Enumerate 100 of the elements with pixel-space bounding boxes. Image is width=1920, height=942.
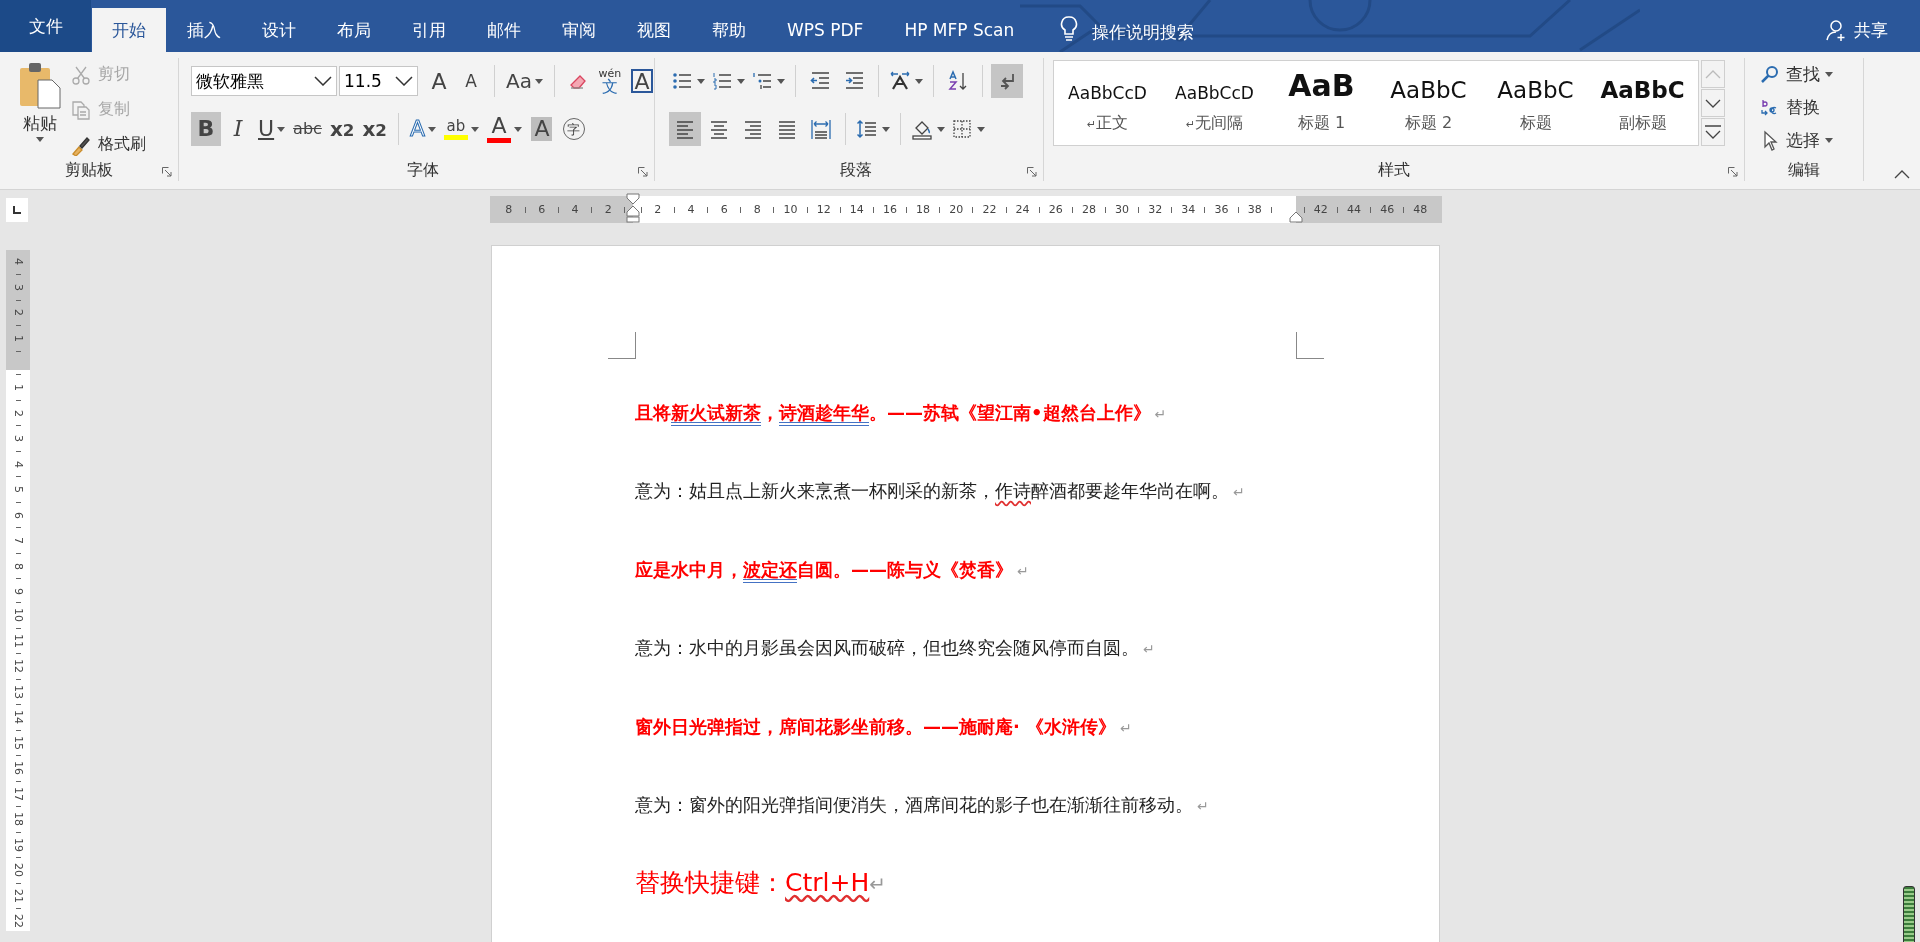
editing-button[interactable]: 选择	[1759, 126, 1863, 155]
font-tool-button[interactable]: ab	[440, 112, 482, 146]
dialog-launcher-icon[interactable]	[1728, 167, 1738, 177]
borders-icon	[951, 118, 973, 140]
ribbon-tab[interactable]: 视图	[617, 8, 691, 52]
style-item[interactable]: AaBbC 副标题	[1589, 61, 1696, 145]
ribbon-tab[interactable]: 文件	[0, 0, 91, 52]
style-item[interactable]: AaBbC 标题 2	[1375, 61, 1482, 145]
chevron-down-icon	[1705, 98, 1721, 108]
dropdown-caret-icon	[882, 126, 890, 132]
ruler-number: 36	[1214, 204, 1229, 215]
margin-corner-mark	[608, 332, 636, 359]
indent-marker-icon[interactable]	[626, 193, 640, 223]
font-tool-button[interactable]: wén 文	[594, 64, 625, 98]
font-tool-button[interactable]: U	[255, 112, 289, 146]
font-tool-button[interactable]: A	[456, 64, 486, 98]
ribbon-tab[interactable]: 审阅	[542, 8, 616, 52]
style-item[interactable]: AaBbCcD ↵正文	[1054, 61, 1161, 145]
style-item[interactable]: AaBbCcD ↵无间隔	[1161, 61, 1268, 145]
ribbon-tab[interactable]: 插入	[167, 8, 241, 52]
ribbon-tab[interactable]: HP MFP Scan	[884, 8, 1035, 52]
clipboard-tool-button[interactable]: 格式刷	[70, 130, 146, 159]
ribbon-tab[interactable]: 帮助	[692, 8, 766, 52]
indent-icon	[843, 70, 865, 92]
font-tool-button[interactable]: Aa	[503, 64, 546, 98]
chevron-down-icon	[314, 76, 332, 86]
ruler-number: 34	[1181, 204, 1196, 215]
ribbon-tab[interactable]: WPS PDF	[767, 8, 884, 52]
expand-icon	[1705, 125, 1721, 139]
ruler-number: 8	[12, 562, 24, 570]
document-paragraph: 窗外日光弹指过，席间花影坐前移。——施耐庵· 《水浒传》 ↵	[635, 715, 1132, 739]
more-styles-button[interactable]	[1701, 118, 1725, 146]
font-tool-button[interactable]: B	[191, 112, 221, 146]
numbered-list-icon	[711, 70, 733, 92]
ruler-number: 2	[12, 409, 24, 417]
dropdown-caret-icon	[534, 78, 543, 84]
collapse-ribbon-icon[interactable]	[1894, 170, 1910, 179]
ruler-number: 20	[12, 863, 24, 878]
paste-button[interactable]: 粘贴	[14, 60, 66, 159]
clipboard-icon	[18, 60, 62, 110]
dropdown-caret-icon	[937, 126, 945, 132]
editing-button[interactable]: 替换	[1759, 93, 1863, 122]
ribbon-tab[interactable]: 引用	[392, 8, 466, 52]
group-label: 段落	[840, 159, 872, 181]
tab-selector-button[interactable]	[6, 198, 28, 222]
margin-corner-mark	[1296, 332, 1324, 359]
group-label: 字体	[406, 159, 439, 181]
ruler-number: 4	[687, 204, 695, 215]
right-indent-marker-icon[interactable]	[1289, 211, 1303, 223]
dialog-launcher-icon[interactable]	[638, 167, 648, 177]
ruler-number: 16	[12, 761, 24, 776]
share-button[interactable]: 共享	[1826, 18, 1888, 42]
ruler-number: 10	[12, 608, 24, 623]
ribbon-tab[interactable]: 邮件	[467, 8, 541, 52]
font-tool-button[interactable]: I	[223, 112, 253, 146]
font-tool-button[interactable]: A	[483, 112, 525, 146]
ruler-number: 1	[12, 334, 24, 342]
ruler-number: 24	[1015, 204, 1030, 215]
ruler-number: 1	[12, 384, 24, 392]
ribbon-tab[interactable]: 开始	[92, 8, 166, 52]
dropdown-caret-icon	[977, 126, 985, 132]
lightbulb-icon	[1060, 16, 1079, 42]
ruler-number: 6	[12, 511, 24, 519]
dialog-launcher-icon[interactable]	[1027, 167, 1037, 177]
ruler-number: 2	[604, 204, 612, 215]
ruler-number: 8	[505, 204, 513, 215]
font-tool-button[interactable]: A	[630, 69, 653, 93]
ruler-number: 11	[12, 633, 24, 648]
ruler-number: 12	[12, 659, 24, 674]
dialog-launcher-icon[interactable]	[162, 167, 172, 177]
group-label: 剪贴板	[65, 159, 113, 181]
dropdown-caret-icon	[697, 78, 705, 84]
align-right-icon	[742, 118, 764, 140]
dropdown-caret-icon	[737, 78, 745, 84]
font-tool-button[interactable]: 字	[558, 112, 589, 146]
ruler-number: 12	[816, 204, 831, 215]
document-paragraph: 意为：姑且点上新火来烹煮一杯刚采的新茶，作诗醉酒都要趁年华尚在啊。 ↵	[635, 480, 1245, 503]
font-tool-button[interactable]: abc	[290, 112, 325, 146]
ruler-number: 48	[1413, 204, 1428, 215]
scroll-down-button[interactable]	[1701, 89, 1725, 117]
font-tool-button[interactable]: A	[424, 64, 454, 98]
font-size-dropdown[interactable]: 11.5	[339, 66, 418, 96]
editing-button[interactable]: 查找	[1759, 60, 1863, 89]
justify-icon	[776, 118, 798, 140]
ribbon-tab[interactable]: 设计	[242, 8, 316, 52]
document-paragraph: 且将新火试新茶，诗酒趁年华。——苏轼《望江南•超然台上作》 ↵	[635, 401, 1167, 425]
font-name-dropdown[interactable]: 微软雅黑	[191, 66, 337, 96]
distribute-icon	[810, 118, 832, 140]
style-item[interactable]: AaB 标题 1	[1268, 61, 1375, 145]
ruler-number: 4	[571, 204, 579, 215]
document-paragraph: 应是水中月，波定还自圆。——陈与义《焚香》 ↵	[635, 558, 1029, 582]
tell-me-search-field[interactable]: 操作说明搜索	[1092, 12, 1253, 52]
line-spacing-icon	[856, 118, 878, 140]
style-item[interactable]: AaBbC 标题	[1482, 61, 1589, 145]
dropdown-caret-icon	[1825, 138, 1833, 143]
scrollbar-thumb[interactable]	[1903, 886, 1915, 942]
ruler-number: 6	[538, 204, 546, 215]
ribbon-tab[interactable]: 布局	[317, 8, 391, 52]
alignment-button[interactable]	[669, 112, 701, 146]
group-label: 编辑	[1788, 159, 1820, 181]
